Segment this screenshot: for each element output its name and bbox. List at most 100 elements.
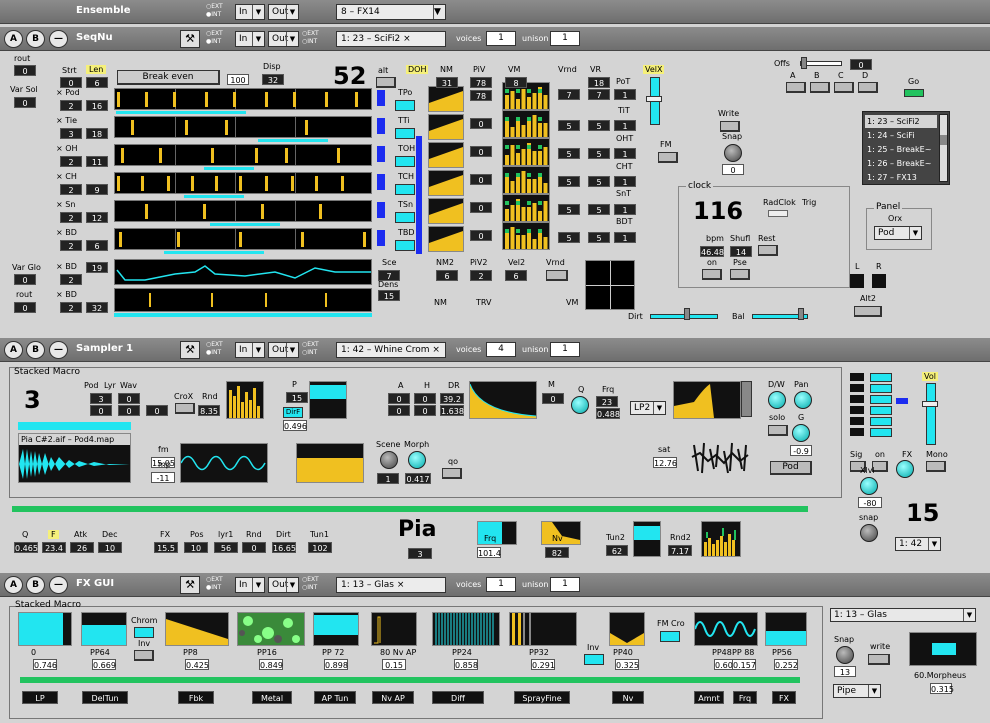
piv-row-value[interactable]: 0 [470, 230, 492, 241]
fx-slot-display[interactable] [694, 612, 758, 646]
p-value[interactable]: 15 [286, 392, 308, 403]
morph-value[interactable]: 0.417 [405, 473, 431, 484]
velocity-display[interactable] [428, 170, 464, 196]
h-value[interactable]: 0 [414, 393, 436, 404]
offs-button[interactable] [810, 82, 830, 93]
out-select[interactable]: Out ▼ [268, 342, 299, 358]
m-value[interactable]: 0 [542, 393, 564, 404]
sequence-track[interactable] [114, 144, 372, 166]
rnd2-display[interactable] [701, 521, 741, 557]
ext-int-toggle[interactable]: ○EXT ●INT [206, 576, 232, 592]
frq-value-2[interactable]: 0.488 [596, 408, 620, 419]
row-length[interactable]: 6 [86, 240, 108, 251]
cyan-range-bar[interactable] [184, 195, 244, 198]
piv-row-value[interactable]: 0 [470, 174, 492, 185]
tab-fx[interactable]: FX [772, 691, 796, 704]
vel-grid-value[interactable]: 5 [588, 232, 610, 243]
sample-bar[interactable] [18, 422, 131, 430]
snap-knob[interactable] [836, 646, 854, 664]
ext-int-toggle-2[interactable]: ○EXT ○INT [302, 341, 328, 357]
atk-value[interactable]: 26 [70, 542, 94, 553]
sequence-track[interactable] [114, 228, 372, 250]
pan-knob[interactable] [794, 391, 812, 409]
dirf-button[interactable]: DirF [283, 407, 303, 418]
fmcro-button[interactable] [660, 631, 680, 642]
sequence-track[interactable] [114, 200, 372, 222]
piv-value-2[interactable]: 78 [470, 90, 492, 101]
vol-handle[interactable] [922, 401, 938, 407]
preset-list[interactable]: 1: 23 – SciFi2 1: 24 – SciFi 1: 25 – Break… [862, 111, 950, 185]
ext-int-toggle-2[interactable]: ○EXT ○INT [302, 30, 328, 46]
in-select[interactable]: In ▼ [235, 577, 265, 593]
lyr1-value[interactable]: 56 [214, 542, 238, 553]
break-value[interactable]: 100 [227, 74, 249, 85]
nm2-value[interactable]: 6 [436, 270, 458, 281]
piv-row-value[interactable]: 0 [470, 146, 492, 157]
vel-grid-value[interactable]: 5 [558, 176, 580, 187]
dec-value[interactable]: 10 [98, 542, 122, 553]
row-length[interactable]: 12 [86, 212, 108, 223]
offs-button[interactable] [858, 82, 878, 93]
sub-button[interactable] [395, 156, 415, 167]
fx-slot-value[interactable]: 0.15 [382, 659, 406, 670]
dw-knob[interactable] [768, 391, 786, 409]
piv-row-value[interactable]: 0 [470, 118, 492, 129]
radclok-led[interactable] [768, 210, 788, 217]
rest-button[interactable] [758, 245, 778, 256]
fx-slot-value[interactable]: 0.325 [615, 659, 639, 670]
wrench-icon[interactable]: ⚒ [180, 30, 200, 48]
tun2-value[interactable]: 62 [606, 545, 628, 556]
cyan-range-bar[interactable] [116, 111, 246, 114]
alt-button[interactable] [376, 77, 396, 88]
go-led[interactable] [904, 89, 924, 97]
fx-slot-value[interactable]: 0.669 [92, 659, 116, 670]
lyr-value[interactable]: 0 [118, 393, 140, 404]
vrnd2-button[interactable] [546, 270, 568, 281]
p-value-2[interactable]: 0.496 [283, 420, 307, 431]
vm-value[interactable]: 8 [505, 77, 527, 88]
minus-button[interactable]: — [49, 341, 68, 359]
piv2-value[interactable]: 2 [470, 270, 492, 281]
morph-knob[interactable] [408, 451, 426, 469]
vel-grid-value[interactable]: 1 [614, 120, 636, 131]
fx-slot-value[interactable]: 0.252 [774, 659, 798, 670]
g-value[interactable]: -0.9 [790, 445, 812, 456]
filter-display[interactable] [673, 381, 741, 419]
ext-int-toggle[interactable]: ○EXT ●INT [206, 341, 232, 357]
voices-field[interactable]: 1 [486, 31, 516, 46]
tab-ap-tun[interactable]: AP Tun [314, 691, 356, 704]
vr-value[interactable]: 18 [588, 77, 610, 88]
sequence-track[interactable] [114, 116, 372, 138]
a-button[interactable]: A [4, 341, 23, 359]
ext-int-toggle[interactable]: ○EXT ●INT [206, 30, 232, 46]
frq-display[interactable]: Frq [477, 521, 517, 545]
filter-type-select[interactable]: LP2 ▼ [630, 401, 666, 415]
lyr-value-2[interactable]: 0 [118, 405, 140, 416]
noise-display[interactable] [690, 441, 750, 475]
sequence-track[interactable] [114, 172, 372, 194]
preset-list-item[interactable]: 1: 24 – SciFi [865, 129, 937, 142]
panel-select[interactable]: Pod ▼ [874, 226, 922, 240]
sample-display[interactable]: Pia C#2.aif – Pod4.map [18, 433, 131, 483]
fx-slot-display[interactable] [765, 612, 807, 646]
q_b-value[interactable]: 0.465 [14, 542, 38, 553]
rnd_b-value[interactable]: 0 [242, 542, 266, 553]
row-start[interactable]: 2 [60, 212, 82, 223]
fx-slot-value[interactable]: 0.858 [454, 659, 478, 670]
fx-slot-value[interactable]: 0.849 [259, 659, 283, 670]
vel-grid-value[interactable]: 1 [614, 176, 636, 187]
on-button[interactable] [702, 269, 722, 280]
tun2-display[interactable] [633, 521, 661, 557]
rnd2-value[interactable]: 7.17 [668, 545, 692, 556]
alt2-button[interactable] [854, 306, 882, 317]
offs-button[interactable] [786, 82, 806, 93]
snap-value[interactable]: 13 [834, 666, 856, 677]
fx-slot-display[interactable] [165, 612, 229, 646]
out-select[interactable]: Out ▼ [268, 31, 299, 47]
tab-frq[interactable]: Frq [733, 691, 757, 704]
row-length[interactable]: 11 [86, 156, 108, 167]
vel-grid-value[interactable]: 1 [614, 204, 636, 215]
lfo-display[interactable] [180, 443, 268, 483]
route-button[interactable] [870, 417, 892, 426]
qo-button[interactable] [442, 468, 462, 479]
